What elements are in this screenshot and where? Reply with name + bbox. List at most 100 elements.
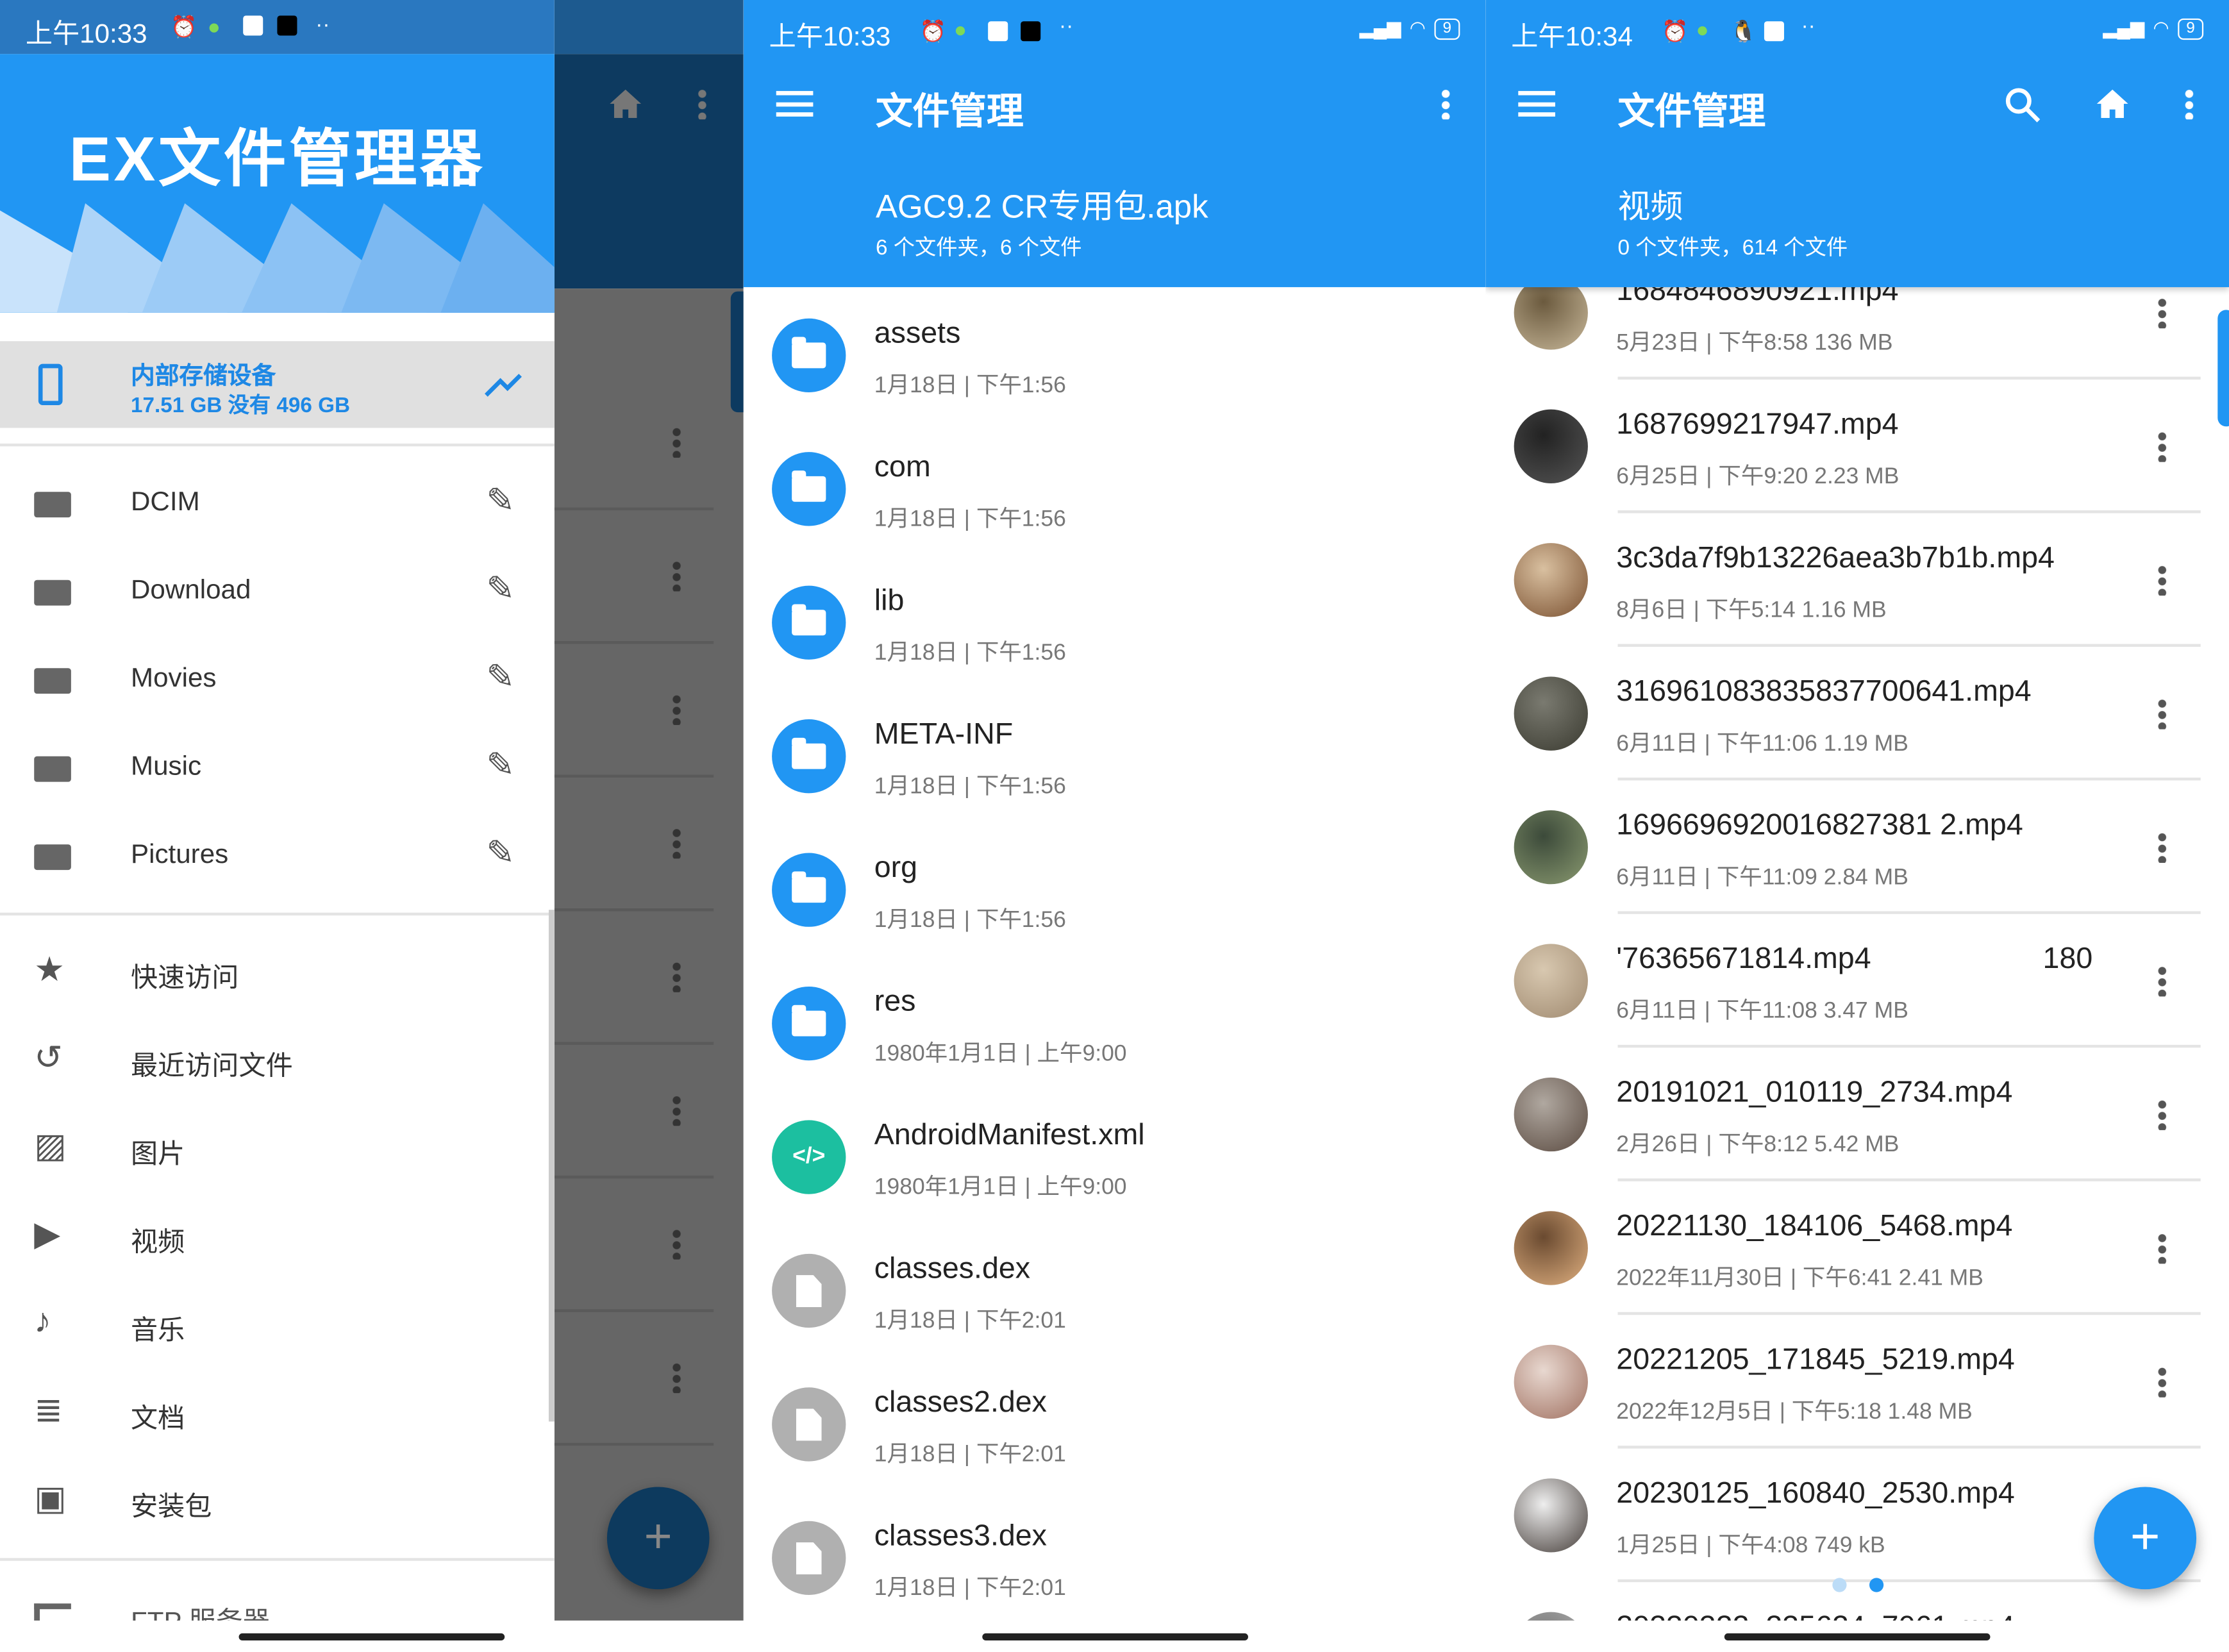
drawer-item-folder[interactable]: DCIM ✎ (0, 460, 555, 548)
folder-summary: 0 个文件夹，614 个文件 (1617, 236, 1848, 260)
video-thumbnail (1514, 1478, 1588, 1553)
drawer-item-folder[interactable]: Pictures ✎ (0, 813, 555, 901)
file-list-item[interactable]: lib 1月18日 | 下午1:56 (744, 556, 1486, 689)
video-list-item[interactable]: 20221205_171845_5219.mp4 2022年12月5日 | 下午5… (1485, 1315, 2229, 1449)
storage-item-internal[interactable]: 内部存储设备 17.51 GB 没有 496 GB (0, 341, 555, 428)
drawer-item-nav[interactable]: ★ 快速访问 (0, 930, 555, 1017)
video-list-item[interactable]: 20191021_010119_2734.mp4 2月26日 | 下午8:12 5… (1485, 1047, 2229, 1181)
drawer-item-label: Movies (131, 663, 217, 694)
file-list-item[interactable]: org 1月18日 | 下午1:56 (744, 823, 1486, 956)
list-scrim[interactable] (554, 288, 744, 1621)
status-bar: 上午10:34 ⏰ ● 🐧 ·· ▂▄▆ ◠ 9 (1485, 0, 2229, 64)
file-list-item[interactable]: META-INF 1月18日 | 下午1:56 (744, 689, 1486, 822)
drawer-item-folder[interactable]: Download ✎ (0, 549, 555, 637)
status-bar-scrim (554, 0, 744, 54)
file-meta: 1980年1月1日 | 上午9:00 (874, 1042, 1127, 1067)
file-list-item[interactable]: res 1980年1月1日 | 上午9:00 (744, 956, 1486, 1090)
file-list-item[interactable]: classes.dex 1月18日 | 下午2:01 (744, 1224, 1486, 1357)
home-icon[interactable] (2096, 88, 2130, 119)
item-more-icon[interactable] (2158, 831, 2167, 864)
file-name: 20221130_184106_5468.mp4 (1616, 1210, 2013, 1243)
divider (554, 1442, 714, 1446)
divider (0, 912, 555, 916)
drawer-item-nav[interactable]: ♪ 音乐 (0, 1282, 555, 1370)
drawer-scrollbar[interactable] (548, 910, 555, 1422)
menu-icon[interactable] (1518, 90, 1555, 117)
video-list-item[interactable]: 316961083835837700641.mp4 6月11日 | 下午11:06… (1485, 647, 2229, 781)
alarm-icon: ⏰ (919, 20, 947, 44)
file-list-item[interactable]: </> AndroidManifest.xml 1980年1月1日 | 上午9:00 (744, 1090, 1486, 1224)
file-name: res (874, 985, 916, 1018)
file-list-item[interactable]: classes3.dex 1月18日 | 下午2:01 (744, 1491, 1486, 1621)
toolbar-scrim (554, 54, 744, 289)
video-list-item[interactable]: 20230322_235624_7061.mp4 (1485, 1582, 2229, 1621)
drawer-item-nav[interactable]: ▣ 安装包 (0, 1458, 555, 1546)
battery-icon: 9 (2177, 17, 2204, 39)
video-thumbnail (1514, 810, 1588, 885)
divider (0, 1558, 555, 1561)
menu-icon[interactable] (776, 90, 814, 117)
item-more-icon[interactable] (2158, 430, 2167, 462)
item-more-icon[interactable] (2158, 697, 2167, 730)
item-more-icon[interactable] (2158, 297, 2167, 329)
drawer-item-nav[interactable]: ↺ 最近访问文件 (0, 1018, 555, 1106)
edit-icon[interactable]: ✎ (486, 833, 515, 874)
divider (554, 1309, 714, 1312)
edit-icon[interactable]: ✎ (486, 656, 515, 697)
drawer-item-nav[interactable]: ≣ 文档 (0, 1371, 555, 1458)
file-name: 3c3da7f9b13226aea3b7b1b.mp4 (1616, 541, 2055, 574)
video-app-icon (988, 21, 1008, 42)
drawer-item-label: Pictures (131, 840, 229, 871)
file-list-item[interactable]: com 1月18日 | 下午1:56 (744, 422, 1486, 556)
drawer-item-label: 安装包 (131, 1492, 212, 1523)
drawer-item-label: Music (131, 752, 202, 782)
more-options-icon[interactable] (2185, 88, 2194, 120)
drawer-item-label: 音乐 (131, 1316, 185, 1346)
video-app-icon (1764, 21, 1784, 42)
home-gesture-bar[interactable] (982, 1633, 1248, 1640)
video-list-item[interactable]: 1687699217947.mp4 6月25日 | 下午9:20 2.23 MB (1485, 380, 2229, 513)
divider (554, 641, 714, 644)
system-icons: ▂▄▆ ◠ 9 (1360, 17, 1460, 40)
drawer-item-folder[interactable]: Music ✎ (0, 725, 555, 813)
item-more-icon[interactable] (2158, 1366, 2167, 1398)
file-meta: 1月18日 | 下午2:01 (874, 1442, 1066, 1467)
drawer-item-nav[interactable]: ▶ 视频 (0, 1194, 555, 1282)
more-options-icon[interactable] (1441, 88, 1450, 120)
drawer-item-folder[interactable]: Movies ✎ (0, 637, 555, 724)
more-icon (672, 1228, 681, 1260)
clock: 上午10:34 (1511, 22, 1633, 53)
edit-icon[interactable]: ✎ (486, 569, 515, 610)
edit-icon[interactable]: ✎ (486, 481, 515, 522)
item-more-icon[interactable] (2158, 1099, 2167, 1130)
file-list-item[interactable]: assets 1月18日 | 下午1:56 (744, 288, 1486, 422)
video-list-item[interactable]: 20221130_184106_5468.mp4 2022年11月30日 | 下午… (1485, 1181, 2229, 1315)
item-more-icon[interactable] (2158, 965, 2167, 997)
file-list-item[interactable]: classes2.dex 1月18日 | 下午2:01 (744, 1358, 1486, 1491)
file-meta: 1月18日 | 下午1:56 (874, 507, 1066, 532)
wechat-icon: ● (1696, 18, 1709, 43)
edit-icon[interactable]: ✎ (486, 745, 515, 786)
divider (554, 908, 714, 912)
add-fab[interactable]: + (2094, 1487, 2197, 1590)
home-gesture-bar[interactable] (238, 1633, 505, 1640)
drawer-item-nav[interactable]: ▨ 图片 (0, 1106, 555, 1194)
file-meta: 1月18日 | 下午2:01 (874, 1576, 1066, 1601)
divider (554, 1175, 714, 1179)
video-list-item[interactable]: 3c3da7f9b13226aea3b7b1b.mp4 8月6日 | 下午5:14… (1485, 513, 2229, 647)
video-list-item[interactable]: 1684846890921.mp4 5月23日 | 下午8:58 136 MB (1485, 287, 2229, 380)
video-list-item[interactable]: 1696696920016827381 2.mp4 6月11日 | 下午11:09… (1485, 780, 2229, 914)
search-icon[interactable] (2005, 87, 2042, 124)
home-gesture-bar[interactable] (1724, 1633, 1991, 1640)
video-thumbnail (1514, 944, 1588, 1018)
music-icon: ♪ (34, 1302, 51, 1341)
scroll-indicator[interactable] (2217, 310, 2229, 427)
video-list-item[interactable]: '76365671814.mp4 180 6月11日 | 下午11:08 3.47 … (1485, 914, 2229, 1048)
alarm-icon: ⏰ (1662, 20, 1689, 44)
file-meta: 1月18日 | 下午1:56 (874, 774, 1066, 799)
item-more-icon[interactable] (2158, 564, 2167, 596)
item-more-icon[interactable] (2158, 1232, 2167, 1264)
drawer-header: EX文件管理器 (0, 54, 555, 313)
storage-analysis-icon[interactable] (483, 372, 523, 398)
file-name: com (874, 450, 931, 483)
